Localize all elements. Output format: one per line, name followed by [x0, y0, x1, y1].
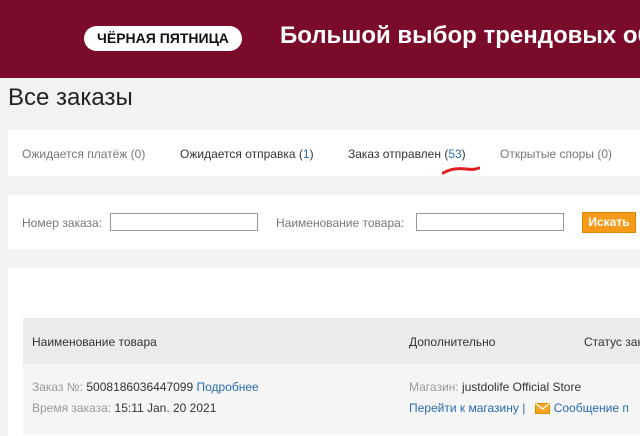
link-separator: |: [522, 401, 526, 415]
page-title: Все заказы: [8, 84, 133, 111]
order-search-panel: Номер заказа: Наименование товара: Искат…: [8, 195, 640, 249]
order-time-label: Время заказа:: [32, 401, 112, 415]
tab-open-disputes[interactable]: Открытые споры (0): [500, 147, 612, 161]
tab-count: 53: [448, 147, 462, 161]
black-friday-badge: ЧЁРНАЯ ПЯТНИЦА: [84, 26, 242, 51]
order-status-tabs: Ожидается платёж (0) Ожидается отправка …: [8, 130, 640, 176]
order-no-value: 5008186036447099: [86, 380, 194, 394]
tab-label: Заказ отправлен: [348, 147, 441, 161]
header-product: Наименование товара: [32, 335, 157, 349]
tab-count: 1: [302, 147, 310, 161]
search-button[interactable]: Искать: [582, 212, 636, 233]
order-time-line: Время заказа: 15:11 Jan. 20 2021: [32, 401, 216, 415]
order-number-input[interactable]: [110, 213, 258, 231]
store-actions: Перейти к магазину | Сообщение п: [409, 401, 629, 415]
header-status: Статус зак: [584, 335, 640, 349]
tab-order-shipped[interactable]: Заказ отправлен (53): [348, 147, 466, 161]
message-seller-link[interactable]: Сообщение п: [529, 401, 629, 415]
table-header: Наименование товара Дополнительно Статус…: [23, 318, 640, 364]
product-name-input[interactable]: [416, 213, 564, 231]
order-number-line: Заказ №: 5008186036447099 Подробнее: [32, 380, 259, 394]
order-number-label: Номер заказа:: [22, 216, 103, 230]
orders-table-panel: Наименование товара Дополнительно Статус…: [8, 268, 640, 436]
store-line: Магазин: justdolife Official Store: [409, 380, 581, 394]
tab-label: Открытые споры: [500, 147, 594, 161]
store-label: Магазин:: [409, 380, 459, 394]
go-to-store-link[interactable]: Перейти к магазину: [409, 401, 519, 415]
header-additional: Дополнительно: [409, 335, 496, 349]
tab-count: 0: [601, 147, 609, 161]
order-time-value: 15:11 Jan. 20 2021: [114, 401, 217, 415]
banner-headline: Большой выбор трендовых обр: [280, 22, 640, 49]
tab-label: Ожидается отправка: [180, 147, 296, 161]
envelope-icon: [534, 403, 550, 414]
tab-awaiting-payment[interactable]: Ожидается платёж (0): [22, 147, 145, 161]
promo-banner[interactable]: ЧЁРНАЯ ПЯТНИЦА Большой выбор трендовых о…: [0, 0, 640, 78]
order-no-label: Заказ №:: [32, 380, 84, 394]
product-name-label: Наименование товара:: [276, 216, 405, 230]
order-details-link[interactable]: Подробнее: [197, 380, 259, 394]
table-row: Заказ №: 5008186036447099 Подробнее Врем…: [23, 364, 640, 434]
red-underline-annotation: [442, 166, 480, 175]
tab-awaiting-shipment[interactable]: Ожидается отправка (1): [180, 147, 314, 161]
store-name: justdolife Official Store: [461, 380, 582, 394]
tab-label: Ожидается платёж: [22, 147, 128, 161]
message-seller-label: Сообщение п: [553, 401, 629, 415]
